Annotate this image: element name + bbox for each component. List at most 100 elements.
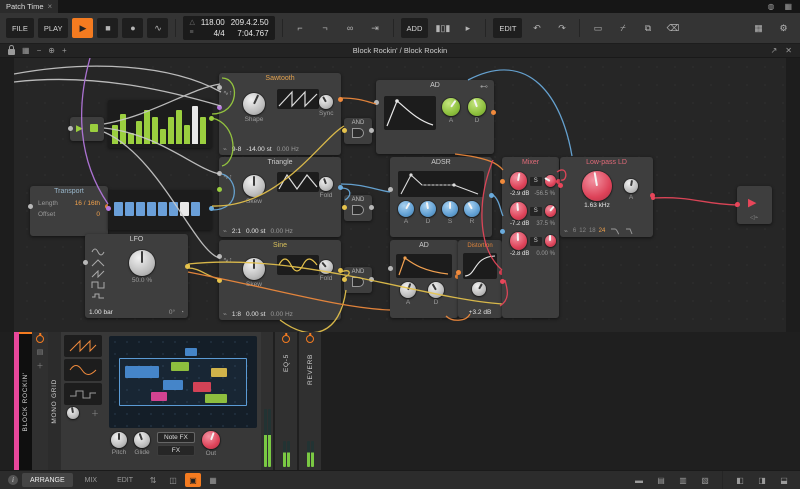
track-header[interactable]: BLOCK ROCKIN' [19, 332, 32, 470]
grid-canvas[interactable]: ▶ Transport Length 16 / 16th Offset 0 [0, 58, 800, 332]
module-and-2[interactable]: AND [344, 195, 372, 221]
undo-icon[interactable]: ↶ [526, 18, 547, 38]
input-port[interactable] [342, 277, 347, 282]
pitch-bar[interactable] [168, 117, 174, 144]
module-and-1[interactable]: AND [344, 118, 372, 144]
skew-knob[interactable] [243, 175, 265, 197]
gate-port[interactable] [388, 187, 393, 192]
output-port[interactable] [338, 268, 343, 273]
output-port[interactable] [209, 116, 214, 121]
module-and-3[interactable]: AND [344, 267, 372, 293]
channel-2-pan-value[interactable]: 37.5 % [536, 221, 555, 227]
sine-shape-icon[interactable] [91, 248, 105, 256]
note-fx-button[interactable]: Note FX [157, 432, 195, 443]
device-power-icon[interactable] [36, 335, 44, 343]
module-mixer[interactable]: Mixer S -2.9 dB -56.5 % S -7.2 dB 37.5 % [502, 157, 559, 318]
channel-3-pan-value[interactable]: 0.00 % [536, 251, 555, 257]
step-block[interactable] [169, 202, 178, 216]
edit-button[interactable]: EDIT [493, 18, 522, 38]
input-port[interactable] [342, 128, 347, 133]
transport-display[interactable]: △ ≡ 118.00 4/4 209.4.2.50 7:04.767 [183, 16, 274, 40]
pole-18[interactable]: 18 [589, 228, 596, 234]
mod-depth-knob[interactable] [67, 407, 79, 419]
song-time-value[interactable]: 7:04.767 [237, 28, 268, 39]
expand-device-icon[interactable]: ＋ [37, 361, 44, 371]
time-signature-value[interactable]: 4/4 [214, 28, 225, 39]
module-trigger[interactable]: ▶ [70, 117, 104, 141]
clip-block[interactable] [185, 348, 197, 356]
lfo-amount-value[interactable]: 50.0 % [129, 277, 155, 284]
freq-value[interactable]: 0.00 Hz [277, 146, 299, 153]
pitch-bar[interactable] [192, 106, 198, 144]
channel-3-pan-knob[interactable] [545, 235, 556, 247]
module-audio-out[interactable]: ▶ ◁⌁ [737, 186, 772, 224]
pole-24[interactable]: 24 [599, 228, 606, 234]
module-distortion[interactable]: Distortion +3.2 dB [458, 240, 502, 318]
module-lowpass[interactable]: Low-pass LD 1.63 kHz A ⌁ 6 12 18 24 [560, 157, 653, 237]
triangle-shape-icon[interactable] [91, 259, 105, 267]
ratio-value[interactable]: 9-8 [232, 146, 241, 153]
layout-left-icon[interactable]: ◧ [732, 473, 748, 487]
pole-selector[interactable]: 6 12 18 24 [573, 228, 605, 234]
transpose-value[interactable]: 0.00 st [246, 311, 266, 318]
duplicate-icon[interactable]: ⧉ [637, 18, 658, 38]
sustain-knob[interactable] [442, 201, 458, 217]
edit-view-button[interactable]: EDIT [109, 473, 141, 487]
input-port[interactable] [106, 206, 111, 211]
waveform-out-icon[interactable]: ⌁ [223, 310, 227, 318]
input-port[interactable] [68, 126, 73, 131]
pitch-bar[interactable] [184, 125, 190, 144]
channel-1-gain-knob[interactable] [510, 172, 527, 190]
pitch-bar[interactable] [136, 121, 142, 144]
pitch-port[interactable] [217, 171, 222, 176]
lfo-phase-value[interactable]: 0° [169, 309, 175, 316]
clip-block[interactable] [211, 368, 227, 377]
step-block[interactable] [147, 202, 156, 216]
channel-3-gain-knob[interactable] [510, 232, 527, 250]
channel-2-gain-knob[interactable] [510, 202, 527, 220]
length-value[interactable]: 16 / 16th [75, 200, 100, 207]
pole-6[interactable]: 6 [573, 228, 576, 234]
notification-icon[interactable]: ◍ [767, 2, 774, 11]
modulator-saw-thumb[interactable] [64, 335, 102, 357]
random-shape-icon[interactable] [91, 292, 105, 300]
cutoff-knob[interactable] [582, 171, 612, 201]
output-port[interactable] [369, 277, 374, 282]
offset-value[interactable]: 0 [96, 211, 100, 218]
glide-knob[interactable] [134, 432, 150, 448]
step-block[interactable] [125, 202, 134, 216]
add-modulator-icon[interactable]: ＋ [91, 408, 99, 419]
pitch-bar[interactable] [200, 117, 206, 144]
module-adsr[interactable]: ADSR A D S R [390, 157, 492, 237]
input-port[interactable] [342, 205, 347, 210]
close-editor-icon[interactable]: ✕ [785, 46, 792, 55]
channel-1-solo-button[interactable]: S [530, 177, 542, 186]
input-port[interactable] [83, 260, 88, 265]
fold-knob[interactable] [319, 260, 333, 274]
keyboard-icon[interactable]: ▮▯▮ [432, 18, 453, 38]
freq-value[interactable]: 0.00 Hz [270, 228, 292, 235]
transpose-value[interactable]: 0.00 st [246, 228, 266, 235]
pitch-port[interactable] [217, 85, 222, 90]
waveform-out-icon[interactable]: ⌁ [223, 145, 227, 153]
arrange-view-button[interactable]: ARRANGE [22, 473, 73, 487]
mod-port[interactable] [217, 278, 222, 283]
skew-knob[interactable] [243, 258, 265, 280]
add-button[interactable]: ADD [401, 18, 429, 38]
ratio-value[interactable]: 1:8 [232, 311, 241, 318]
transpose-value[interactable]: -14.00 st [246, 146, 271, 153]
layout-full-icon[interactable]: ⬓ [776, 473, 792, 487]
snap-grid-icon[interactable]: ▦ [748, 18, 769, 38]
split-view-icon[interactable]: ◫ [165, 473, 181, 487]
attack-knob[interactable] [398, 201, 414, 217]
cutoff-value[interactable]: 1.63 kHz [582, 202, 612, 209]
project-tab[interactable]: Patch Time × [0, 0, 58, 13]
punch-out-icon[interactable]: ¬ [315, 18, 336, 38]
pitch-bar[interactable] [128, 133, 134, 144]
redo-icon[interactable]: ↷ [551, 18, 572, 38]
output-port[interactable] [338, 185, 343, 190]
module-triangle[interactable]: Triangle ∿↑ Skew Fold ⌁ 2:1 0.00 st 0.00… [219, 157, 341, 237]
info-icon[interactable]: i [8, 475, 18, 485]
step-block[interactable] [191, 202, 200, 216]
release-knob[interactable] [464, 201, 480, 217]
